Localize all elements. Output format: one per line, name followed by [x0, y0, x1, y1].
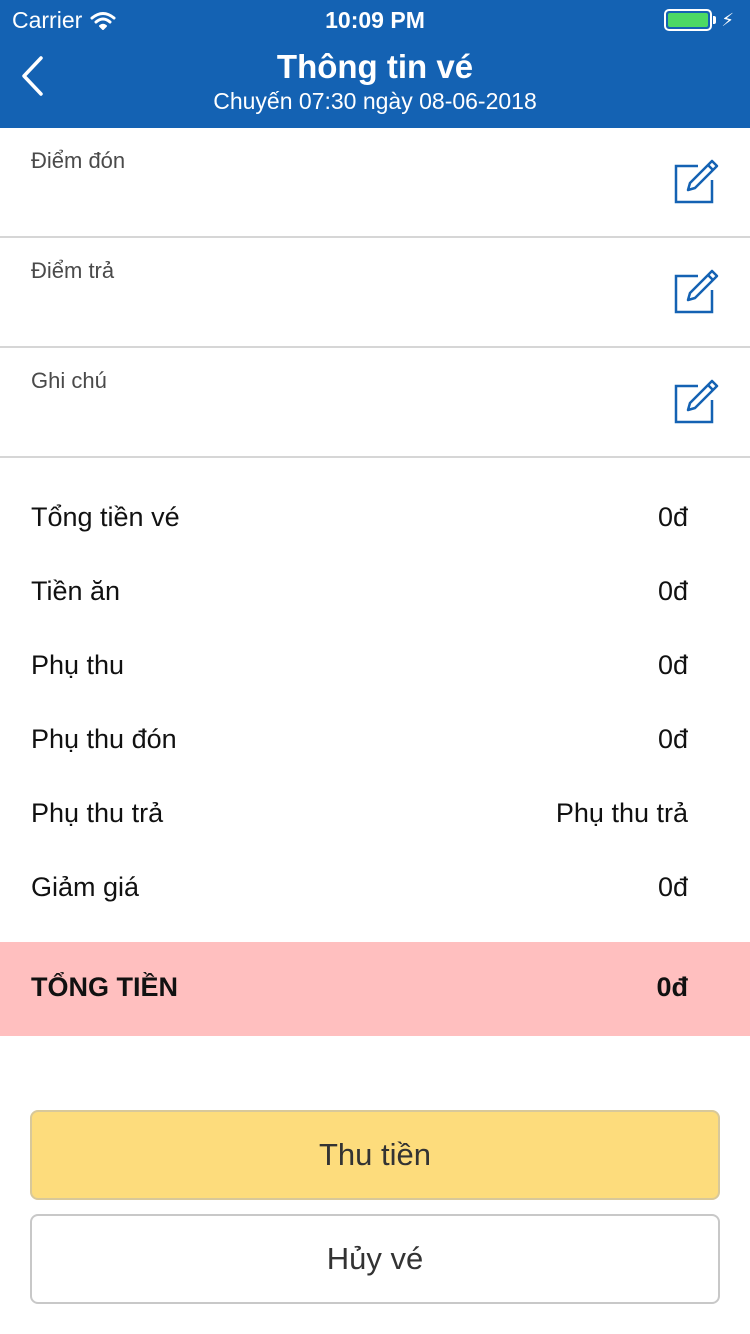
- meal-fee-row: Tiền ăn 0đ: [0, 566, 750, 616]
- status-bar: Carrier 10:09 PM ⚡: [0, 0, 750, 40]
- cancel-ticket-button[interactable]: Hủy vé: [30, 1214, 720, 1304]
- page-subtitle: Chuyến 07:30 ngày 08-06-2018: [213, 88, 537, 114]
- meal-fee-label: Tiền ăn: [31, 576, 121, 606]
- discount-value: 0đ: [657, 872, 688, 902]
- surcharge-value: 0đ: [657, 650, 688, 680]
- grand-total-label: TỔNG TIỀN: [31, 972, 178, 1002]
- pickup-point-label: Điểm đón: [31, 148, 126, 173]
- dropoff-point-label: Điểm trả: [31, 258, 115, 283]
- edit-dropoff-button[interactable]: [672, 268, 720, 316]
- battery-indicator: ⚡: [664, 9, 734, 31]
- surcharge-row: Phụ thu 0đ: [0, 640, 750, 690]
- edit-icon: [674, 379, 719, 424]
- meal-fee-value: 0đ: [657, 576, 688, 606]
- edit-note-button[interactable]: [672, 378, 720, 426]
- discount-row: Giảm giá 0đ: [0, 862, 750, 912]
- ticket-total-row: Tổng tiền vé 0đ: [0, 492, 750, 542]
- pickup-surcharge-row: Phụ thu đón 0đ: [0, 714, 750, 764]
- collect-payment-button[interactable]: Thu tiền: [30, 1110, 720, 1200]
- discount-label: Giảm giá: [31, 872, 140, 902]
- grand-total-value: 0đ: [656, 972, 688, 1002]
- pickup-surcharge-label: Phụ thu đón: [31, 724, 177, 754]
- pickup-surcharge-value: 0đ: [657, 724, 688, 754]
- ticket-total-label: Tổng tiền vé: [31, 502, 180, 532]
- note-label: Ghi chú: [31, 368, 107, 393]
- dropoff-surcharge-value: Phụ thu trả: [555, 798, 688, 828]
- surcharge-label: Phụ thu: [31, 650, 125, 680]
- edit-icon: [674, 159, 719, 204]
- grand-total-bar: TỔNG TIỀN 0đ: [0, 942, 750, 1036]
- battery-icon: [664, 9, 713, 31]
- dropoff-point-row[interactable]: Điểm trả: [0, 238, 750, 348]
- edit-icon: [674, 269, 719, 314]
- battery-level: [668, 13, 709, 27]
- ticket-total-value: 0đ: [657, 502, 688, 532]
- page-title: Thông tin vé: [276, 48, 474, 85]
- dropoff-surcharge-label: Phụ thu trả: [31, 798, 164, 828]
- note-row[interactable]: Ghi chú: [0, 348, 750, 458]
- charging-bolt-icon: ⚡: [721, 9, 734, 30]
- navigation-header: Carrier 10:09 PM ⚡ Thông tin vé Chuyến 0…: [0, 0, 750, 128]
- battery-cap: [713, 16, 717, 24]
- dropoff-surcharge-row: Phụ thu trả Phụ thu trả: [0, 788, 750, 838]
- pickup-point-row[interactable]: Điểm đón: [0, 128, 750, 238]
- status-time: 10:09 PM: [325, 7, 425, 33]
- edit-pickup-button[interactable]: [672, 158, 720, 206]
